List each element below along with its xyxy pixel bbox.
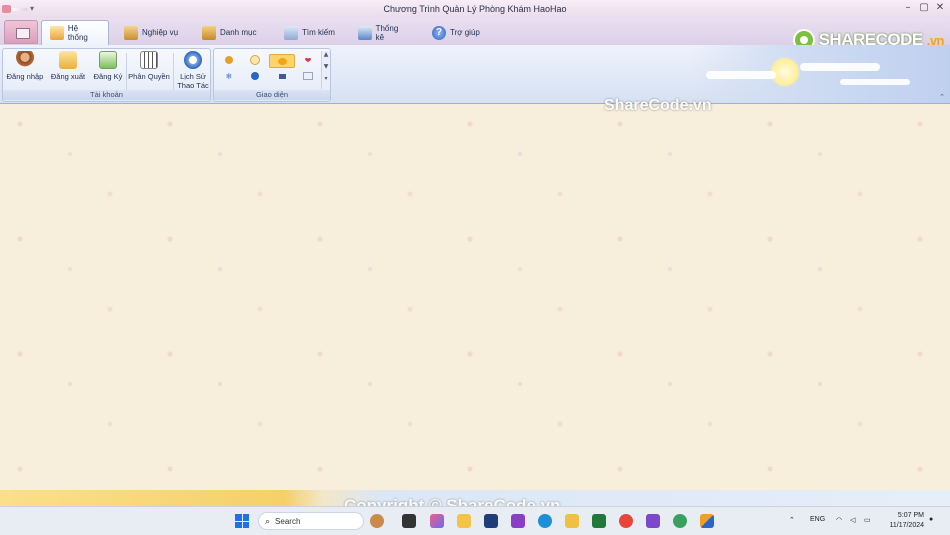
document-icon bbox=[16, 28, 30, 39]
store-icon[interactable] bbox=[484, 514, 498, 528]
clock-time: 5:07 PM bbox=[897, 512, 924, 519]
group-label: Giao diện bbox=[214, 90, 330, 100]
maximize-button[interactable]: ▢ bbox=[918, 2, 930, 13]
visual-studio-icon[interactable] bbox=[646, 514, 660, 528]
taskbar-search[interactable]: ⌕ Search bbox=[258, 512, 364, 530]
divider bbox=[173, 53, 174, 91]
button-label-line2: Thao Tác bbox=[177, 81, 209, 90]
phan-quyen-button[interactable]: Phân Quyền bbox=[127, 51, 171, 81]
group-label: Tài khoản bbox=[3, 90, 210, 100]
cloud-decoration bbox=[840, 79, 910, 85]
button-label: Đăng Ký bbox=[93, 72, 123, 81]
search-icon: ⌕ bbox=[265, 515, 271, 526]
tab-tro-giup[interactable]: ? Trợ giúp bbox=[424, 20, 490, 45]
tab-danh-muc[interactable]: Danh mục bbox=[194, 20, 266, 45]
button-label: Đăng xuất bbox=[50, 72, 86, 81]
skin-4-heart-icon[interactable]: ❤ bbox=[301, 55, 315, 65]
help-icon: ? bbox=[432, 25, 446, 40]
title-bar: ▾ Chương Trình Quản Lý Phòng Khám HaoHao… bbox=[0, 0, 950, 18]
tab-label: Danh mục bbox=[220, 28, 257, 37]
gallery-down-icon[interactable]: ▼ bbox=[322, 63, 330, 75]
clipboard-icon bbox=[124, 25, 138, 40]
application-menu-button[interactable] bbox=[4, 20, 38, 44]
tab-label: Tìm kiếm bbox=[302, 28, 335, 37]
cloud-decoration bbox=[706, 71, 776, 79]
chrome-icon[interactable] bbox=[619, 514, 633, 528]
catalog-icon bbox=[202, 25, 216, 40]
gallery-scrollbar[interactable]: ▲ ▼ ▾ bbox=[321, 51, 330, 89]
skin-2-icon[interactable] bbox=[248, 55, 262, 65]
wifi-icon[interactable]: ◠ bbox=[836, 516, 842, 524]
file-explorer-icon[interactable] bbox=[457, 514, 471, 528]
deer-widget-icon[interactable] bbox=[370, 514, 384, 528]
skin-7-icon[interactable] bbox=[275, 71, 289, 81]
button-label-line1: Lịch Sử bbox=[180, 72, 206, 81]
dang-ky-button[interactable]: Đăng Ký bbox=[91, 51, 125, 81]
button-label: Phân Quyền bbox=[128, 72, 170, 81]
skin-8-icon[interactable] bbox=[301, 71, 315, 81]
paint-icon[interactable] bbox=[565, 514, 579, 528]
folder-logout-icon bbox=[59, 51, 77, 69]
search-placeholder: Search bbox=[275, 516, 301, 526]
tab-label: Trợ giúp bbox=[450, 28, 480, 37]
tab-label: Hệ thống bbox=[67, 24, 88, 42]
excel-icon[interactable] bbox=[592, 514, 606, 528]
skin-3-selected-icon[interactable] bbox=[269, 54, 295, 68]
user-login-icon bbox=[16, 51, 34, 69]
ribbon-panel: Đăng nhập Đăng xuất Đăng Ký Phân Quyền L… bbox=[0, 45, 950, 104]
chart-icon bbox=[358, 25, 372, 40]
edge-icon[interactable] bbox=[538, 514, 552, 528]
volume-icon[interactable]: ◁ bbox=[850, 516, 855, 524]
battery-icon[interactable]: ▭ bbox=[864, 516, 871, 524]
lich-su-thao-tac-button[interactable]: Lịch Sử Thao Tác bbox=[175, 51, 211, 90]
tab-thong-ke[interactable]: Thống kê bbox=[350, 20, 416, 45]
main-workspace bbox=[0, 104, 950, 490]
group-giao-dien: ❤ ❄ Giao diện bbox=[213, 48, 331, 102]
register-icon bbox=[99, 51, 117, 69]
group-tai-khoan: Đăng nhập Đăng xuất Đăng Ký Phân Quyền L… bbox=[2, 48, 211, 102]
search-document-icon bbox=[284, 25, 298, 40]
app-icon[interactable] bbox=[511, 514, 525, 528]
os-taskbar: ⌕ Search ⌃ ENG ◠ ◁ ▭ 5:07 PM 11/17/2024 … bbox=[0, 506, 950, 535]
taskbar-clock[interactable]: 5:07 PM 11/17/2024 bbox=[889, 511, 924, 531]
tab-nghiep-vu[interactable]: Nghiệp vụ bbox=[116, 20, 188, 45]
permission-icon bbox=[140, 51, 158, 69]
skin-5-snowflake-icon[interactable]: ❄ bbox=[222, 71, 236, 81]
minimize-button[interactable]: – bbox=[902, 2, 914, 13]
dang-xuat-button[interactable]: Đăng xuất bbox=[48, 51, 88, 81]
skin-1-icon[interactable] bbox=[222, 55, 236, 65]
copilot-icon[interactable] bbox=[430, 514, 444, 528]
dang-nhap-button[interactable]: Đăng nhập bbox=[5, 51, 45, 81]
task-view-icon[interactable] bbox=[402, 514, 416, 528]
gallery-more-icon[interactable]: ▾ bbox=[322, 75, 330, 87]
skin-6-icon[interactable] bbox=[248, 71, 262, 81]
gallery-up-icon[interactable]: ▲ bbox=[322, 51, 330, 63]
language-indicator[interactable]: ENG bbox=[810, 516, 825, 523]
tab-label: Nghiệp vụ bbox=[142, 28, 179, 37]
tab-label: Thống kê bbox=[375, 23, 399, 42]
tab-he-thong[interactable]: Hệ thống bbox=[41, 20, 109, 45]
history-icon bbox=[184, 51, 202, 69]
close-button[interactable]: ✕ bbox=[934, 2, 946, 13]
notification-icon[interactable]: ● bbox=[929, 516, 933, 523]
office-icon[interactable] bbox=[700, 514, 714, 528]
clock-date: 11/17/2024 bbox=[889, 522, 924, 529]
collapse-ribbon-icon[interactable]: ⌃ bbox=[939, 93, 945, 101]
button-label: Đăng nhập bbox=[6, 72, 44, 81]
watermark-top: ShareCode.vn bbox=[604, 97, 712, 114]
cloud-decoration bbox=[800, 63, 880, 71]
tray-chevron-icon[interactable]: ⌃ bbox=[789, 516, 795, 524]
window-title: Chương Trình Quản Lý Phòng Khám HaoHao bbox=[383, 4, 567, 14]
home-icon bbox=[50, 26, 64, 40]
ribbon-tab-bar: Hệ thống Nghiệp vụ Danh mục Tìm kiếm Thố… bbox=[0, 18, 950, 51]
chrome-profile-icon[interactable] bbox=[673, 514, 687, 528]
tab-tim-kiem[interactable]: Tìm kiếm bbox=[276, 20, 346, 45]
windows-start-icon[interactable] bbox=[235, 514, 249, 528]
